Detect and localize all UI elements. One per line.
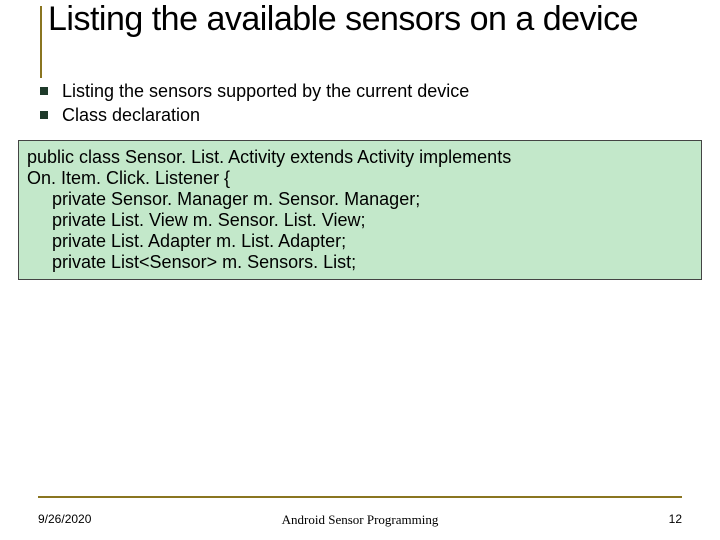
slide: Listing the available sensors on a devic… bbox=[0, 0, 720, 540]
bullet-text: Class declaration bbox=[62, 104, 200, 126]
footer-rule bbox=[38, 496, 682, 498]
code-block: public class Sensor. List. Activity exte… bbox=[18, 140, 702, 280]
code-line: private Sensor. Manager m. Sensor. Manag… bbox=[27, 189, 693, 210]
code-line: private List<Sensor> m. Sensors. List; bbox=[27, 252, 693, 273]
list-item: Listing the sensors supported by the cur… bbox=[40, 80, 680, 102]
list-item: Class declaration bbox=[40, 104, 680, 126]
footer-title: Android Sensor Programming bbox=[38, 512, 682, 528]
bullet-icon bbox=[40, 87, 48, 95]
code-line: public class Sensor. List. Activity exte… bbox=[27, 147, 693, 168]
footer: 9/26/2020 Android Sensor Programming 12 bbox=[38, 512, 682, 526]
title-accent-rule bbox=[40, 6, 42, 78]
slide-title: Listing the available sensors on a devic… bbox=[48, 0, 688, 38]
bullet-list: Listing the sensors supported by the cur… bbox=[40, 80, 680, 128]
code-line: private List. View m. Sensor. List. View… bbox=[27, 210, 693, 231]
code-line: On. Item. Click. Listener { bbox=[27, 168, 693, 189]
bullet-text: Listing the sensors supported by the cur… bbox=[62, 80, 469, 102]
code-line: private List. Adapter m. List. Adapter; bbox=[27, 231, 693, 252]
bullet-icon bbox=[40, 111, 48, 119]
